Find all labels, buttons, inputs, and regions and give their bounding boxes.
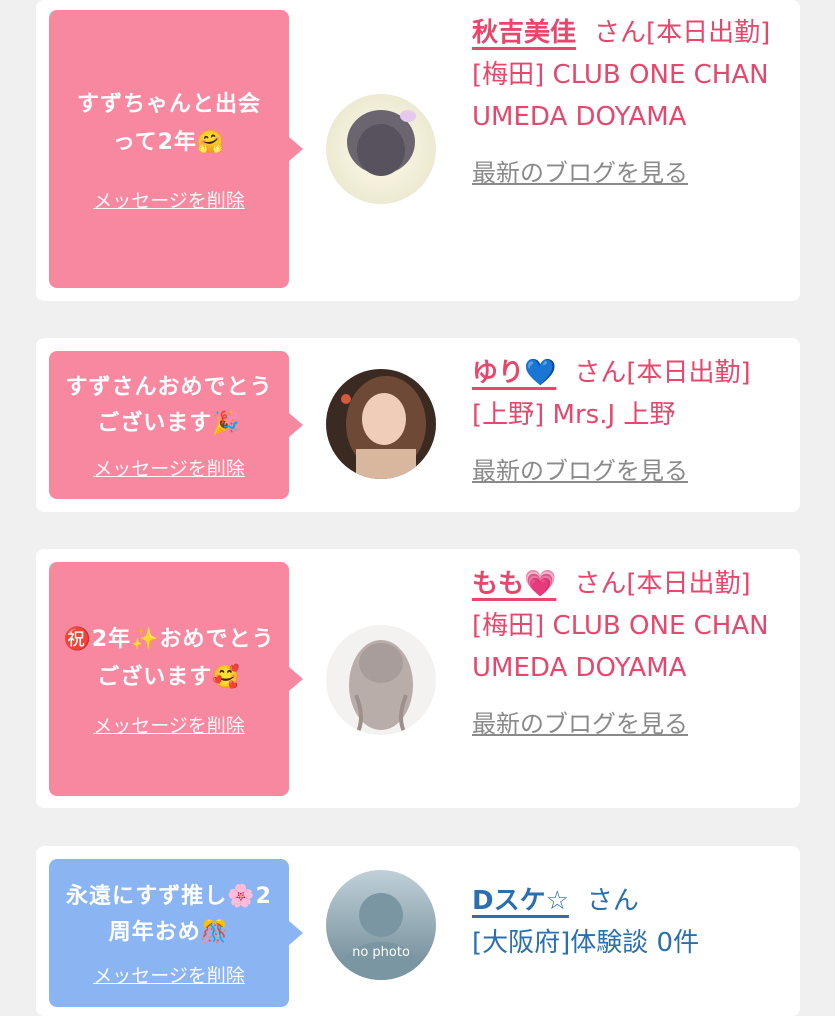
sender-info: Dスケ☆ さん [大阪府]体験談 0件 xyxy=(472,880,792,964)
status-text: さん xyxy=(586,886,639,916)
latest-blog-link[interactable]: 最新のブログを見る xyxy=(472,152,792,194)
shop-name: [梅田] CLUB ONE CHAN UMEDA DOYAMA xyxy=(472,611,769,683)
delete-message-link[interactable]: メッセージを削除 xyxy=(93,454,245,481)
message-card: ㊗️2年✨おめでとうございます🥰 メッセージを削除 もも💗 さん[本日出勤] [梅… xyxy=(36,549,800,808)
avatar-photo xyxy=(326,369,436,479)
message-bubble: すずさんおめでとうございます🎉 メッセージを削除 xyxy=(49,351,303,499)
message-card: 永遠にすず推し🌸2周年おめ🎊 メッセージを削除 no photo Dスケ☆ さん … xyxy=(36,846,800,1016)
avatar-photo xyxy=(326,94,436,204)
message-card: すずちゃんと出会って2年🤗 メッセージを削除 秋吉美佳 さん[本日出勤] [梅田]… xyxy=(36,0,800,301)
status-text: さん[本日出勤] xyxy=(594,18,771,48)
avatar-photo xyxy=(326,625,436,735)
sender-name-link[interactable]: もも💗 xyxy=(472,569,556,599)
delete-message-link[interactable]: メッセージを削除 xyxy=(93,186,245,213)
latest-blog-link[interactable]: 最新のブログを見る xyxy=(472,703,792,745)
message-text: ㊗️2年✨おめでとうございます🥰 xyxy=(63,626,275,690)
sender-name-line: もも💗 さん[本日出勤] xyxy=(472,563,792,605)
message-bubble: ㊗️2年✨おめでとうございます🥰 メッセージを削除 xyxy=(49,562,303,796)
avatar[interactable] xyxy=(326,369,436,479)
message-card: すずさんおめでとうございます🎉 メッセージを削除 ゆり💙 さん[本日出勤] [上野… xyxy=(36,338,800,512)
avatar[interactable] xyxy=(326,94,436,204)
sender-name-link[interactable]: ゆり💙 xyxy=(472,358,556,388)
latest-blog-link[interactable]: 最新のブログを見る xyxy=(472,450,792,492)
status-text: さん[本日出勤] xyxy=(574,569,751,599)
sender-name-line: ゆり💙 さん[本日出勤] xyxy=(472,352,792,394)
sender-name-link[interactable]: Dスケ☆ xyxy=(472,886,569,916)
message-text: すずさんおめでとうございます🎉 xyxy=(65,374,273,436)
message-bubble: すずちゃんと出会って2年🤗 メッセージを削除 xyxy=(49,10,303,288)
message-text: すずちゃんと出会って2年🤗 xyxy=(76,91,261,155)
delete-message-link[interactable]: メッセージを削除 xyxy=(93,711,245,738)
sender-name-link[interactable]: 秋吉美佳 xyxy=(472,18,576,48)
message-text: 永遠にすず推し🌸2周年おめ🎊 xyxy=(66,883,272,945)
avatar[interactable] xyxy=(326,625,436,735)
sender-info: ゆり💙 さん[本日出勤] [上野] Mrs.J 上野 最新のブログを見る xyxy=(472,352,792,492)
avatar[interactable]: no photo xyxy=(326,870,436,980)
status-text: さん[本日出勤] xyxy=(574,358,751,388)
sender-info: 秋吉美佳 さん[本日出勤] [梅田] CLUB ONE CHAN UMEDA DO… xyxy=(472,12,792,194)
no-photo-avatar: no photo xyxy=(326,870,436,980)
no-photo-label: no photo xyxy=(352,945,410,960)
sender-name-line: Dスケ☆ さん xyxy=(472,880,792,922)
shop-name: [上野] Mrs.J 上野 xyxy=(472,400,676,430)
sender-name-line: 秋吉美佳 さん[本日出勤] xyxy=(472,12,792,54)
message-bubble: 永遠にすず推し🌸2周年おめ🎊 メッセージを削除 xyxy=(49,859,303,1007)
shop-name: [梅田] CLUB ONE CHAN UMEDA DOYAMA xyxy=(472,60,769,132)
delete-message-link[interactable]: メッセージを削除 xyxy=(93,961,245,988)
sender-info: もも💗 さん[本日出勤] [梅田] CLUB ONE CHAN UMEDA DOY… xyxy=(472,563,792,745)
review-count: [大阪府]体験談 0件 xyxy=(472,928,700,958)
